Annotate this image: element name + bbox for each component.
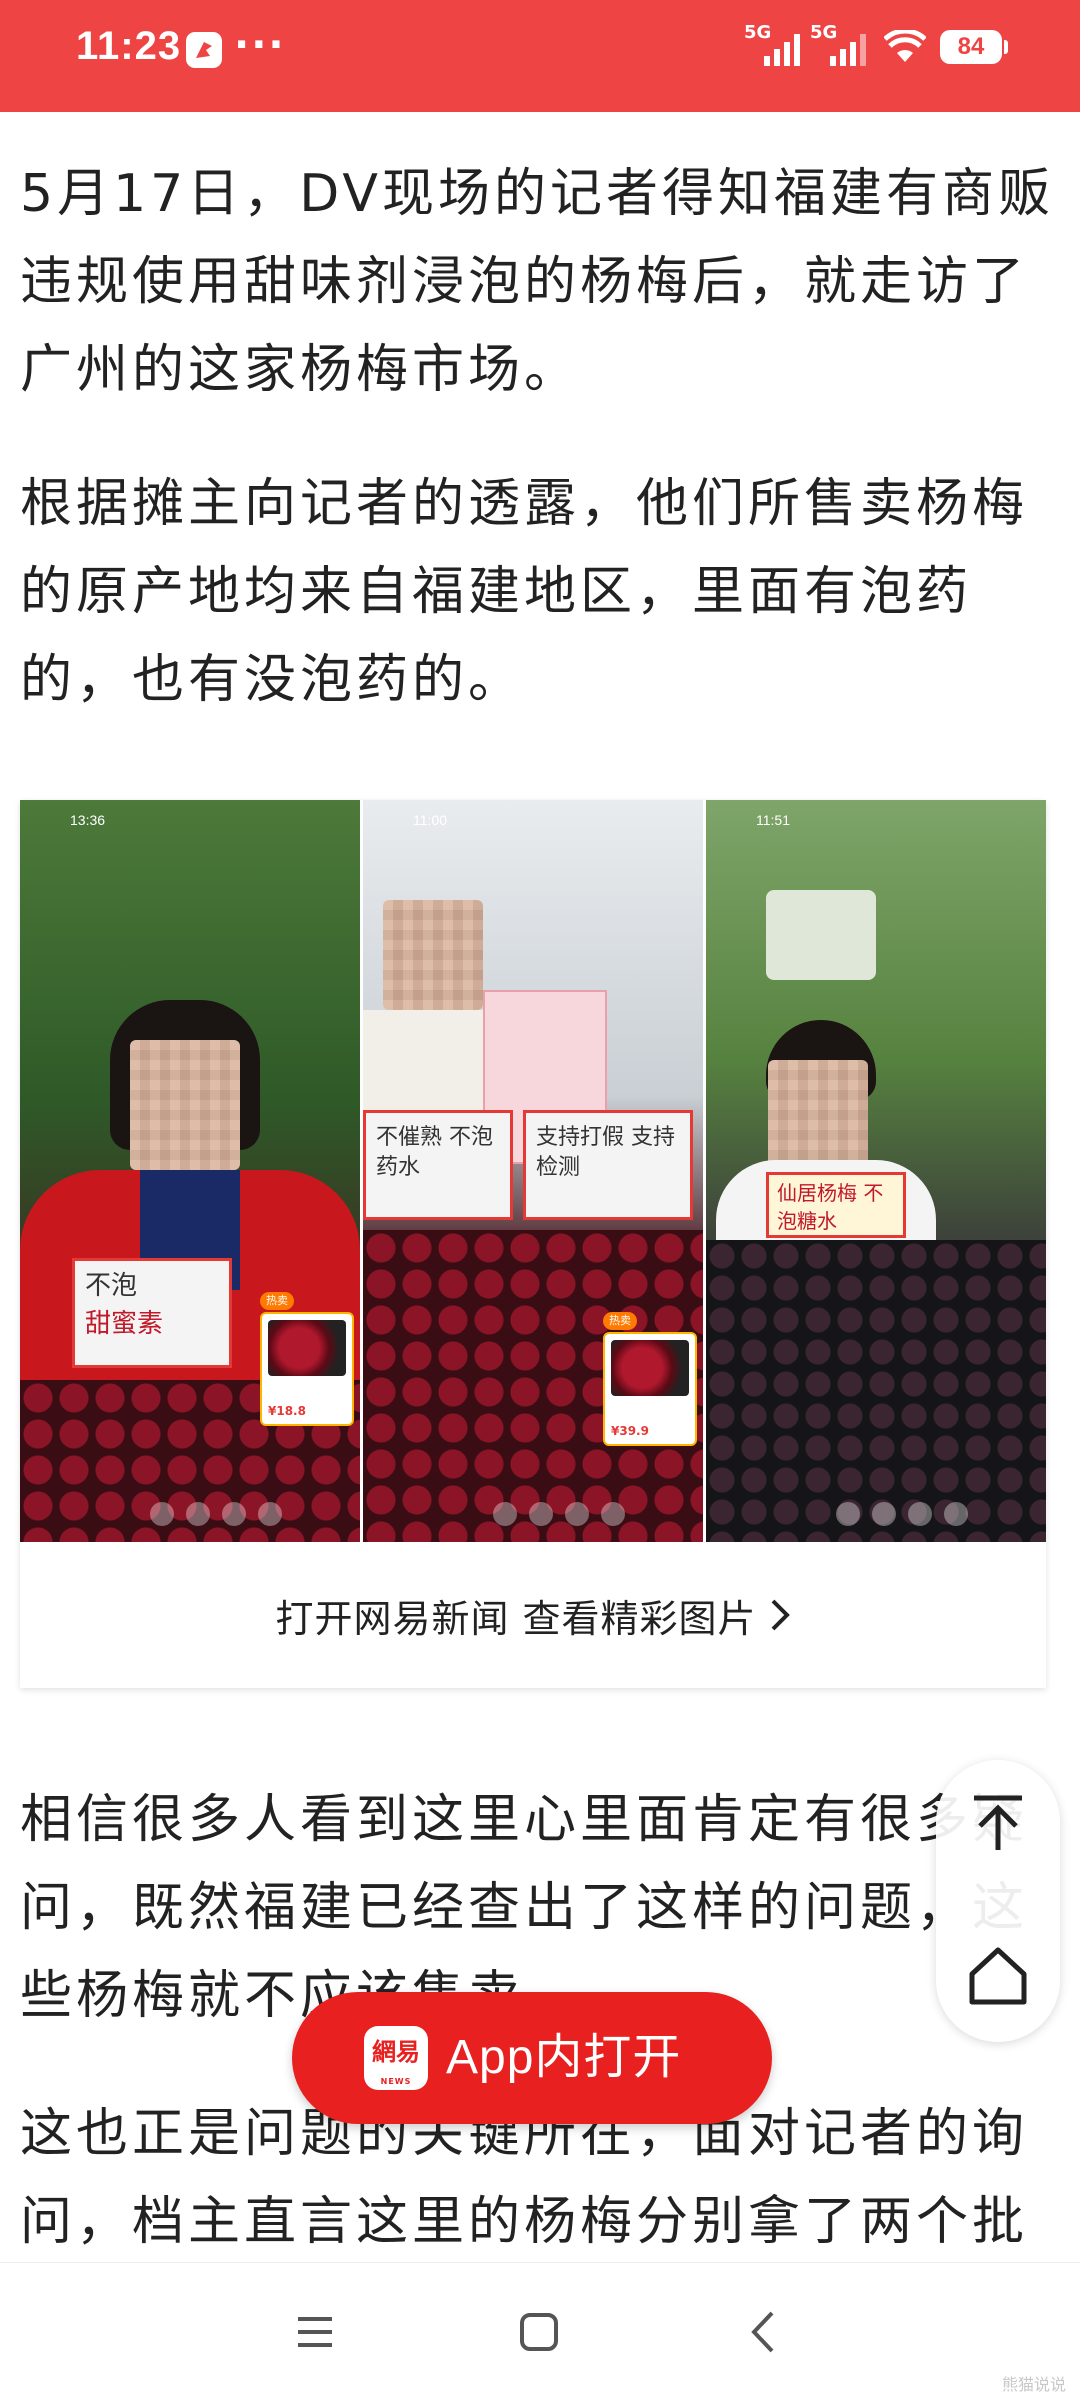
signal-5g-2: 5G — [810, 22, 876, 66]
hot-sale-badge: 热卖 — [603, 1312, 637, 1330]
livestream-screenshot-1: 13:36 不泡 甜蜜素 热卖 ¥18.8 — [20, 800, 360, 1542]
live-action-icons — [836, 1502, 1036, 1528]
product-card: ¥39.9 — [603, 1332, 697, 1446]
battery-tip — [1004, 40, 1008, 54]
handwritten-sign-left: 不催熟 不泡药水 — [363, 1110, 513, 1220]
chevron-right-icon — [771, 1599, 790, 1631]
floating-toolbar — [936, 1760, 1060, 2042]
bayberry-trays — [706, 1240, 1046, 1542]
open-in-app-label: App内打开 — [446, 2031, 682, 2084]
status-bar: 11:23 ··· 5G 5G 84 — [0, 0, 1080, 112]
signal-bars-icon — [764, 34, 800, 66]
signal-bars-icon — [830, 34, 866, 66]
netease-logo: 網易 NEWS — [364, 2026, 428, 2090]
poster — [766, 890, 876, 980]
battery-indicator: 84 — [940, 30, 1002, 64]
image-collage[interactable]: 13:36 不泡 甜蜜素 热卖 ¥18.8 11:00 不催熟 不泡药水 支持打… — [20, 800, 1046, 1542]
hot-sale-badge: 热卖 — [260, 1292, 294, 1310]
article-image-card[interactable]: 13:36 不泡 甜蜜素 热卖 ¥18.8 11:00 不催熟 不泡药水 支持打… — [20, 800, 1046, 1688]
livestream-screenshot-2: 11:00 不催熟 不泡药水 支持打假 支持检测 热卖 ¥39.9 — [363, 800, 703, 1542]
article-paragraph: 5月17日，DV现场的记者得知福建有商贩违规使用甜味剂浸泡的杨梅后，就走访了广州… — [20, 164, 1054, 400]
blurred-face — [383, 900, 483, 1010]
wifi-icon — [884, 30, 926, 62]
article-paragraph: 根据摊主向记者的透露，他们所售卖杨梅的原产地均来自福建地区，里面有泡药的，也有没… — [20, 474, 1029, 710]
home-square-icon[interactable] — [514, 2307, 564, 2357]
home-icon[interactable] — [958, 1936, 1038, 2016]
handwritten-sign: 不泡 甜蜜素 — [72, 1258, 232, 1368]
caption-label: 打开网易新闻 查看精彩图片 — [275, 1596, 757, 1641]
panel-time: 11:00 — [413, 812, 447, 828]
open-app-view-images-link[interactable]: 打开网易新闻 查看精彩图片 — [20, 1542, 1046, 1688]
livestream-screenshot-3: 11:51 仙居杨梅 不泡糖水 — [706, 800, 1046, 1542]
app-notification-icon — [186, 32, 222, 68]
product-card: ¥18.8 — [260, 1312, 354, 1426]
more-notifications-indicator: ··· — [234, 22, 286, 68]
live-action-icons — [150, 1502, 350, 1528]
watermark: 熊猫说说 — [1001, 2375, 1066, 2394]
panel-time: 11:51 — [756, 812, 790, 828]
blurred-face — [768, 1060, 868, 1170]
signal-5g-1: 5G — [744, 22, 804, 66]
back-chevron-icon[interactable] — [740, 2307, 790, 2357]
handwritten-sign-right: 支持打假 支持检测 — [523, 1110, 693, 1220]
back-to-top-icon[interactable] — [958, 1782, 1038, 1862]
live-action-icons — [493, 1502, 693, 1528]
blurred-face — [130, 1040, 240, 1170]
system-navigation-bar: 熊猫说说 — [0, 2262, 1080, 2401]
open-in-app-button[interactable]: 網易 NEWS App内打开 — [292, 1992, 772, 2124]
status-time: 11:23 — [76, 24, 182, 68]
menu-icon[interactable] — [290, 2307, 340, 2357]
handwritten-sign: 仙居杨梅 不泡糖水 — [766, 1172, 906, 1238]
panel-time: 13:36 — [70, 812, 106, 828]
